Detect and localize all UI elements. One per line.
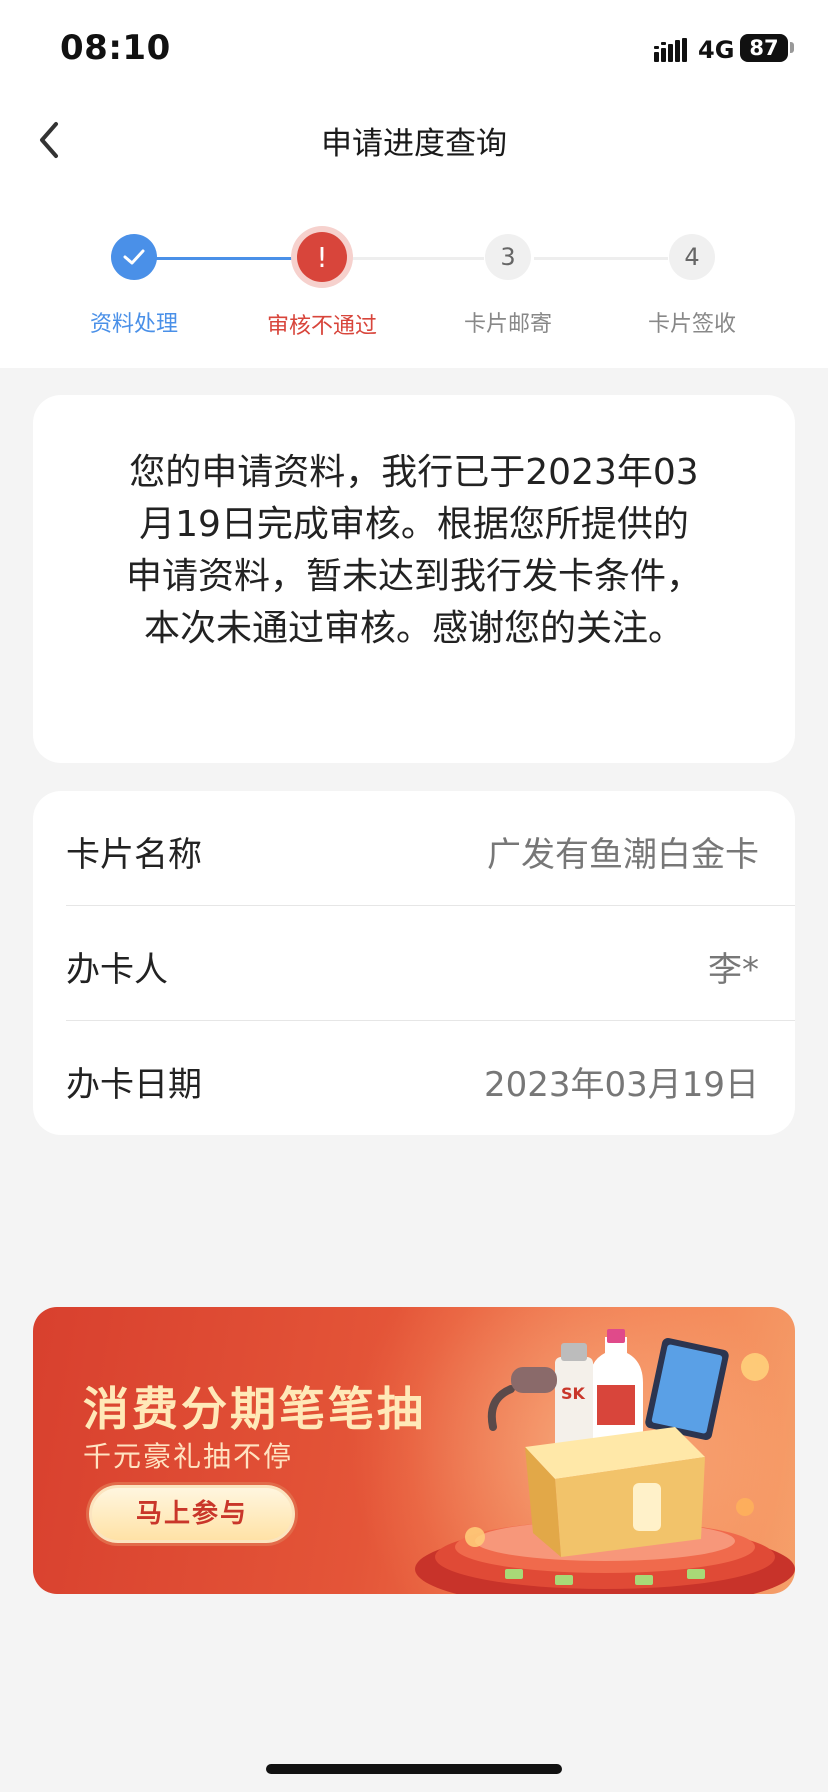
navigation-bar: 申请进度查询: [0, 100, 828, 180]
info-label: 办卡日期: [66, 1065, 202, 1105]
signal-icon: [654, 38, 687, 62]
info-value: 2023年03月19日: [483, 1065, 759, 1105]
battery-icon: 87: [740, 34, 788, 62]
promo-banner[interactable]: 消费分期笔笔抽 千元豪礼抽不停 马上参与 SK: [33, 1307, 795, 1594]
product-label: SK: [561, 1384, 586, 1403]
header-area: 08:10 4G 87 申请进度查询 资料处理 ! 审核不通过 3 卡片邮寄 4…: [0, 0, 828, 368]
banner-title: 消费分期笔笔抽: [83, 1382, 426, 1436]
info-label: 办卡人: [66, 950, 168, 990]
info-row-applicant: 办卡人 李*: [66, 906, 795, 1020]
gift-box-illustration: SK: [415, 1329, 795, 1594]
step-label: 审核不通过: [266, 314, 377, 339]
banner-subtitle: 千元豪礼抽不停: [83, 1440, 294, 1473]
step-1: 资料处理: [44, 228, 224, 338]
info-label: 卡片名称: [66, 835, 202, 875]
status-time: 08:10: [60, 28, 171, 68]
home-indicator: [266, 1764, 562, 1774]
progress-stepper: 资料处理 ! 审核不通过 3 卡片邮寄 4 卡片签收: [0, 228, 828, 348]
alert-icon: !: [297, 232, 347, 282]
step-number: 4: [669, 234, 715, 280]
check-icon: [111, 234, 157, 280]
page-title: 申请进度查询: [321, 126, 507, 162]
step-2: ! 审核不通过: [232, 228, 412, 340]
review-result-message: 您的申请资料，我行已于2023年03月19日完成审核。根据您所提供的申请资料，暂…: [125, 452, 702, 649]
info-row-date: 办卡日期 2023年03月19日: [66, 1021, 795, 1135]
info-row-card-name: 卡片名称 广发有鱼潮白金卡: [66, 791, 795, 905]
join-now-button[interactable]: 马上参与: [89, 1485, 295, 1543]
info-value: 广发有鱼潮白金卡: [487, 835, 759, 875]
review-result-card: 您的申请资料，我行已于2023年03月19日完成审核。根据您所提供的申请资料，暂…: [33, 395, 795, 763]
application-info-card: 卡片名称 广发有鱼潮白金卡 办卡人 李* 办卡日期 2023年03月19日: [33, 791, 795, 1135]
network-type: 4G: [698, 36, 735, 64]
status-bar: 08:10 4G 87: [0, 0, 828, 100]
step-label: 卡片签收: [647, 312, 736, 337]
step-label: 资料处理: [89, 312, 178, 337]
step-label: 卡片邮寄: [463, 312, 552, 337]
step-4: 4 卡片签收: [602, 228, 782, 338]
step-number: 3: [485, 234, 531, 280]
battery-cap: [790, 42, 794, 53]
step-3: 3 卡片邮寄: [418, 228, 598, 338]
info-value: 李*: [708, 950, 759, 990]
